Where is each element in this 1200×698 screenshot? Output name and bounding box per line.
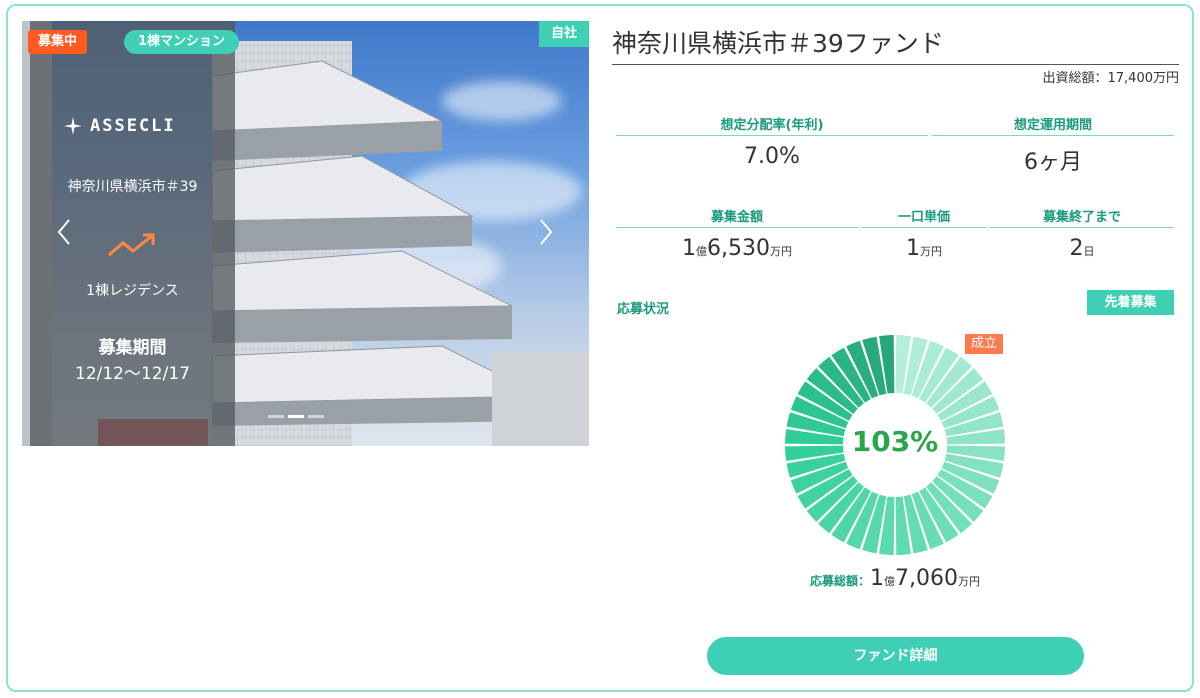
carousel-dot[interactable] bbox=[308, 415, 324, 418]
application-status-label: 応募状況 bbox=[617, 302, 670, 317]
photo-period-label: 募集期間 bbox=[98, 338, 167, 358]
photo-period: 12/12〜12/17 bbox=[75, 364, 190, 384]
amount-label: 募集金額 bbox=[616, 206, 858, 228]
remaining-value: 2日 bbox=[1069, 236, 1095, 261]
logo-text: ASSECLI bbox=[90, 116, 176, 136]
yield-value: 7.0% bbox=[744, 144, 800, 169]
period-value: 6ヶ月 bbox=[1024, 150, 1082, 175]
assecli-logo: ASSECLI bbox=[62, 115, 176, 137]
yield-label: 想定分配率(年利) bbox=[616, 114, 928, 136]
ownership-badge: 自社 bbox=[538, 21, 589, 47]
remaining-label: 募集終了まで bbox=[990, 206, 1174, 228]
sparkle-icon bbox=[64, 117, 82, 135]
applied-total: 応募総額：1億7,060万円 bbox=[810, 566, 980, 591]
fund-detail-button[interactable]: ファンド詳細 bbox=[707, 637, 1084, 675]
property-type-badge: 1棟マンション bbox=[124, 30, 240, 54]
status-badge: 募集中 bbox=[28, 30, 88, 54]
total-investment: 出資総額：17,400万円 bbox=[1042, 71, 1180, 86]
chevron-left-icon[interactable] bbox=[52, 217, 76, 247]
photo-kind: 1棟レジデンス bbox=[86, 283, 179, 299]
amount-value: 1億6,530万円 bbox=[682, 236, 792, 261]
unit-price-label: 一口単価 bbox=[862, 206, 986, 228]
photo-location: 神奈川県横浜市＃39 bbox=[67, 179, 198, 195]
carousel-dot[interactable] bbox=[288, 415, 304, 418]
first-come-badge: 先着募集 bbox=[1087, 290, 1174, 315]
established-badge: 成立 bbox=[965, 334, 1004, 354]
property-photo-carousel[interactable]: 募集中 1棟マンション 自社 ASSECLI 神奈川県横浜市＃39 1棟レジデン… bbox=[22, 21, 589, 446]
period-label: 想定運用期間 bbox=[932, 114, 1174, 136]
unit-price-value: 1万円 bbox=[906, 236, 942, 261]
chevron-right-icon[interactable] bbox=[534, 217, 558, 247]
carousel-indicator[interactable] bbox=[268, 415, 324, 418]
application-percent: 103% bbox=[851, 425, 939, 458]
fund-title: 神奈川県横浜市＃39ファンド bbox=[612, 24, 1179, 65]
carousel-dot[interactable] bbox=[268, 415, 284, 418]
